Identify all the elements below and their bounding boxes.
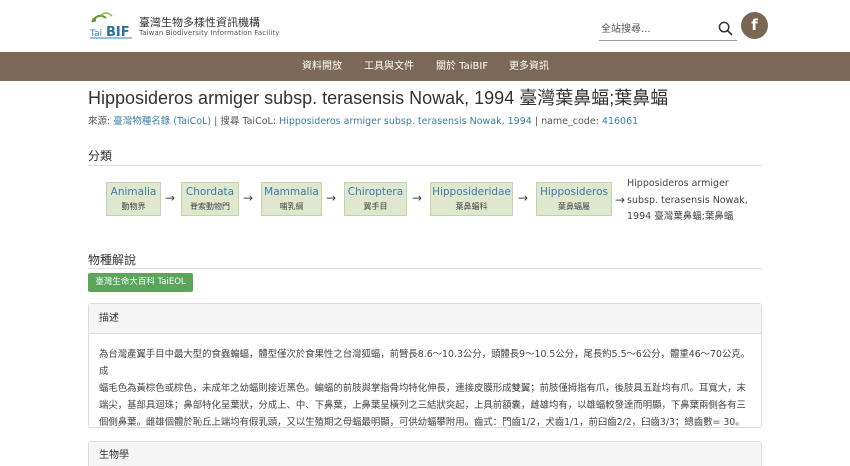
taxon-sci-name: Mammalia [264, 186, 319, 198]
source-link[interactable]: 臺灣物種名錄 (TaiCoL) [113, 116, 211, 127]
name-code-link[interactable]: 416061 [602, 116, 638, 127]
taxon-current-line: 1994 臺灣葉鼻蝠;葉鼻蝠 [627, 211, 734, 222]
nav-item-data-open[interactable]: 資料開放 [302, 52, 342, 81]
taxon-zh-name: 哺乳綱 [279, 202, 304, 211]
taxon-zh-name: 翼手目 [363, 202, 388, 211]
description-panel: 描述 為台灣產翼手目中最大型的食蟲蝙蝠，體型僅次於食果性之台灣狐蝠，前臂長8.6… [88, 303, 762, 428]
taxon-sci-name: Chiroptera [347, 186, 404, 198]
arrow: → [243, 191, 254, 205]
facebook-icon[interactable]: f [741, 12, 768, 39]
divider [88, 268, 762, 269]
taxon-current: Hipposideros armiger subsp. terasensis N… [627, 176, 762, 226]
arrow: → [518, 191, 529, 205]
panel-title: 描述 [89, 304, 761, 334]
arrow: → [615, 193, 626, 207]
source-line: 來源: 臺灣物種名錄 (TaiCoL) | 搜尋 TaiCoL: Hipposi… [88, 113, 638, 127]
description-heading: 物種解說 [88, 253, 137, 267]
logo-name-zh: 臺灣生物多樣性資訊機構 [139, 16, 260, 29]
search-taicol-label: | 搜尋 TaiCoL: [214, 116, 277, 127]
description-line: 個側鼻葉。雌雄個體於恥丘上端均有假乳頭，又以生殖期之母蝠最明顯，可供幼蝠攀附用。… [99, 417, 745, 428]
panel-body: 為台灣產翼手目中最大型的食蟲蝙蝠，體型僅次於食果性之台灣狐蝠，前臂長8.6～10… [89, 334, 761, 439]
taxon-zh-name: 葉鼻蝠科 [455, 202, 488, 211]
logo-name-en: Taiwan Biodiversity Information Facility [139, 29, 280, 37]
taicol-search-link[interactable]: Hipposideros armiger subsp. terasensis N… [279, 116, 532, 127]
taxon-order[interactable]: Chiroptera 翼手目 [344, 182, 407, 216]
search-input[interactable] [599, 18, 711, 41]
taxon-zh-name: 葉鼻蝠屬 [558, 202, 590, 211]
main-nav: 資料開放 工具與文件 關於 TaiBIF 更多資訊 [0, 52, 850, 81]
taxon-sci-name: Hipposideros [539, 186, 609, 198]
taibif-logo[interactable]: Tai BIF [88, 10, 136, 40]
divider [88, 165, 762, 166]
taxon-sci-name: Chordata [185, 186, 235, 198]
description-line: 端尖，基部具迴珠；鼻部特化呈葉狀，分成上、中、下鼻葉，上鼻葉呈橫列之三結狀突起，… [99, 400, 746, 411]
description-line: 蝠毛色為黃棕色或棕色，未成年之幼蝠則接近黑色。蝙蝠的前肢與掌指骨均特化伸長，連接… [99, 383, 746, 394]
page-title: Hipposideros armiger subsp. terasensis N… [88, 88, 669, 108]
taxon-kingdom[interactable]: Animalia 動物界 [106, 182, 161, 216]
nav-item-about[interactable]: 關於 TaiBIF [436, 52, 488, 81]
taxon-sci-name: Hipposideridae [432, 186, 511, 198]
taxon-genus[interactable]: Hipposideros 葉鼻蝠屬 [536, 182, 612, 216]
panel-title: 生物學 [89, 442, 761, 466]
biology-panel: 生物學 [88, 441, 762, 466]
site-search [599, 17, 737, 41]
arrow: → [412, 191, 423, 205]
nav-item-more-info[interactable]: 更多資訊 [509, 52, 549, 81]
source-label: 來源: [88, 116, 111, 127]
name-code-label: | name_code: [534, 116, 599, 127]
taxon-sci-name: Animalia [110, 186, 157, 198]
classification-heading: 分類 [88, 149, 113, 163]
arrow: → [326, 191, 337, 205]
taieol-button[interactable]: 臺灣生命大百科 TaiEOL [88, 273, 193, 292]
site-header: Tai BIF 臺灣生物多樣性資訊機構 Taiwan Biodiversity … [0, 0, 850, 52]
search-icon[interactable] [718, 21, 733, 36]
taxon-phylum[interactable]: Chordata 脊索動物門 [181, 182, 239, 216]
taxon-current-line: Hipposideros armiger [627, 178, 729, 189]
arrow: → [165, 191, 176, 205]
taxon-zh-name: 動物界 [121, 202, 146, 211]
taxon-current-line: subsp. terasensis Nowak, [627, 194, 748, 206]
description-line: 為台灣產翼手目中最大型的食蟲蝙蝠，體型僅次於食果性之台灣狐蝠，前臂長8.6～10… [99, 349, 751, 377]
nav-item-tools-docs[interactable]: 工具與文件 [364, 52, 414, 81]
taxon-class[interactable]: Mammalia 哺乳綱 [261, 182, 322, 216]
taxon-zh-name: 脊索動物門 [190, 202, 230, 211]
taxon-family[interactable]: Hipposideridae 葉鼻蝠科 [430, 182, 513, 216]
